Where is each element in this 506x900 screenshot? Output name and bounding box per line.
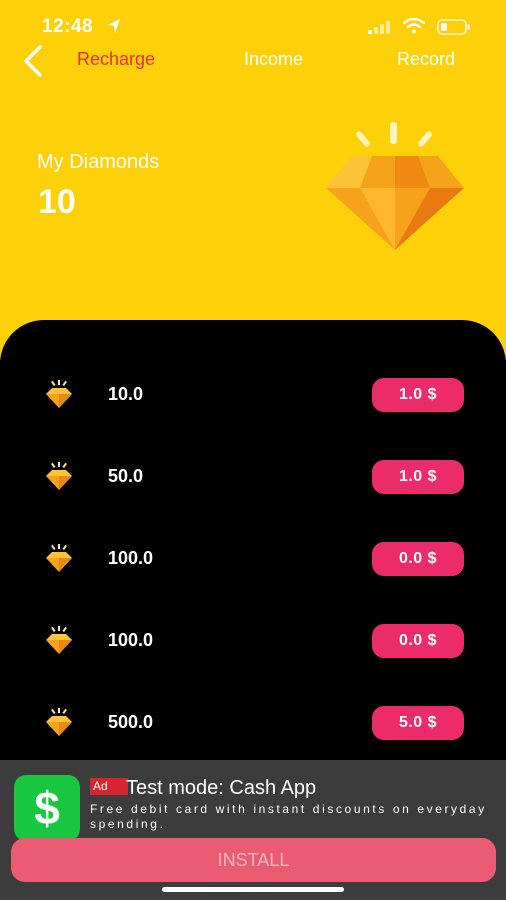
header-area: 12:48 Recharge Income Record My Diamonds — [0, 0, 506, 360]
status-time: 12:48 — [42, 16, 94, 37]
diamond-icon — [326, 122, 464, 250]
price-button[interactable]: 5.0 $ — [372, 706, 464, 740]
list-item: 50.0 1.0 $ — [0, 452, 506, 502]
diamond-icon — [46, 380, 72, 408]
price-button[interactable]: 0.0 $ — [372, 624, 464, 658]
diamond-icon — [46, 462, 72, 490]
list-item: 500.0 5.0 $ — [0, 698, 506, 748]
price-button[interactable]: 1.0 $ — [372, 378, 464, 412]
wifi-icon — [403, 18, 425, 34]
tab-record[interactable]: Record — [397, 49, 455, 70]
list-item: 100.0 0.0 $ — [0, 616, 506, 666]
price-button[interactable]: 0.0 $ — [372, 542, 464, 576]
diamond-amount: 500.0 — [108, 712, 154, 732]
install-button[interactable]: INSTALL — [11, 838, 496, 882]
signal-icon — [368, 21, 390, 34]
battery-icon — [437, 19, 470, 35]
diamond-icon — [46, 544, 72, 572]
my-diamonds-value: 10 — [38, 183, 76, 221]
diamond-amount: 100.0 — [108, 548, 154, 568]
tab-recharge[interactable]: Recharge — [77, 49, 155, 70]
cash-app-icon[interactable]: $ — [14, 775, 80, 841]
ad-banner[interactable]: $ Ad Test mode: Cash App Free debit card… — [0, 760, 506, 900]
list-item: 100.0 0.0 $ — [0, 534, 506, 584]
diamond-icon — [46, 626, 72, 654]
diamond-amount: 100.0 — [108, 630, 154, 650]
diamond-amount: 50.0 — [108, 466, 144, 486]
home-indicator — [162, 887, 344, 892]
ad-description: Free debit card with instant discounts o… — [90, 802, 487, 831]
list-item: 10.0 1.0 $ — [0, 370, 506, 420]
top-nav: Recharge Income Record — [0, 40, 506, 80]
chevron-left-icon[interactable] — [20, 44, 46, 78]
diamond-icon — [46, 708, 72, 736]
my-diamonds-label: My Diamonds — [37, 151, 160, 173]
ad-badge: Ad — [90, 778, 128, 795]
tab-income[interactable]: Income — [244, 49, 303, 70]
ad-title[interactable]: Test mode: Cash App — [126, 777, 316, 800]
location-arrow-icon — [108, 19, 120, 33]
diamond-amount: 10.0 — [108, 384, 144, 404]
price-button[interactable]: 1.0 $ — [372, 460, 464, 494]
